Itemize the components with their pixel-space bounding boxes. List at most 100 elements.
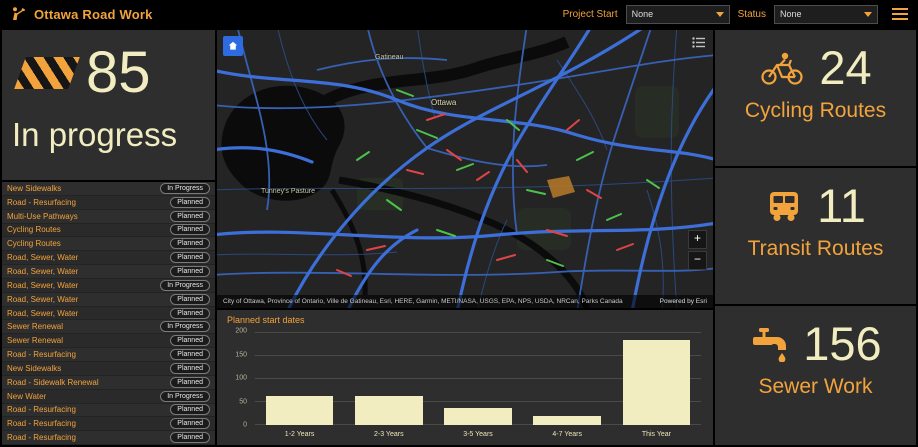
bar-slot <box>255 333 344 425</box>
y-tick-label: 100 <box>235 374 247 382</box>
chart-bar[interactable] <box>354 396 423 425</box>
status-badge: In Progress <box>160 390 210 402</box>
map-panel[interactable]: Gatineau Ottawa Tunney's Pasture + − Cit… <box>217 30 713 308</box>
status-badge: Planned <box>170 362 210 374</box>
project-name: Road - Resurfacing <box>7 419 76 429</box>
app-title: Ottawa Road Work <box>34 6 153 22</box>
project-name: Road, Sewer, Water <box>7 294 79 304</box>
list-item[interactable]: Road - Resurfacing Planned <box>2 431 215 445</box>
map-attribution: City of Ottawa, Province of Ontario, Vil… <box>217 295 713 308</box>
bus-icon <box>765 189 803 223</box>
powered-by-esri: Powered by Esri <box>659 298 707 305</box>
status-badge: In Progress <box>160 182 210 194</box>
project-name: New Sidewalks <box>7 363 62 373</box>
project-name: Cycling Routes <box>7 239 61 249</box>
list-item[interactable]: New Water In Progress <box>2 389 215 404</box>
project-name: New Sidewalks <box>7 183 62 193</box>
x-tick-label: 3-5 Years <box>463 430 493 438</box>
dashboard: Ottawa Road Work Project Start None Stat… <box>0 0 918 447</box>
sewer-label: Sewer Work <box>758 375 873 398</box>
project-name: Sewer Renewal <box>7 322 64 332</box>
list-item[interactable]: Road, Sewer, Water Planned <box>2 293 215 307</box>
status-badge: Planned <box>170 418 210 430</box>
y-tick-label: 50 <box>239 398 247 405</box>
x-tick-label: This Year <box>641 430 671 438</box>
status-badge: Planned <box>170 224 210 236</box>
list-item[interactable]: Multi-Use Pathways Planned <box>2 210 215 224</box>
transit-label: Transit Routes <box>747 237 884 260</box>
stat-panel-sewer: 156 Sewer Work <box>715 306 916 445</box>
project-name: Road, Sewer, Water <box>7 280 79 290</box>
project-name: Multi-Use Pathways <box>7 211 78 221</box>
list-item[interactable]: New Sidewalks In Progress <box>2 182 215 196</box>
progress-panel: 85 In progress <box>2 30 215 180</box>
header-bar: Ottawa Road Work Project Start None Stat… <box>0 0 918 28</box>
status-badge: In Progress <box>160 279 210 291</box>
list-item[interactable]: Road, Sewer, Water Planned <box>2 265 215 279</box>
status-badge: Planned <box>170 349 210 361</box>
list-item[interactable]: New Sidewalks Planned <box>2 361 215 376</box>
list-item[interactable]: Sewer Renewal In Progress <box>2 320 215 335</box>
project-name: Road - Sidewalk Renewal <box>7 377 99 387</box>
list-item[interactable]: Road, Sewer, Water In Progress <box>2 278 215 293</box>
status-select[interactable]: None <box>774 4 878 24</box>
map-legend-icon[interactable] <box>692 35 705 53</box>
status-badge: Planned <box>170 432 210 444</box>
project-name: Road - Resurfacing <box>7 350 76 360</box>
status-badge: Planned <box>170 376 210 388</box>
stat-panel-transit: 11 Transit Routes <box>715 168 916 304</box>
status-badge: Planned <box>170 196 210 208</box>
status-badge: Planned <box>170 238 210 250</box>
project-name: Road - Resurfacing <box>7 197 76 207</box>
zoom-in-button[interactable]: + <box>688 230 707 249</box>
chart-panel: Planned start dates 0 50 100 150 200 1-2 Yea… <box>217 310 713 445</box>
project-name: Road, Sewer, Water <box>7 266 79 276</box>
chart-bar[interactable] <box>622 339 691 425</box>
chevron-down-icon <box>864 11 872 17</box>
y-tick-label: 200 <box>235 327 247 335</box>
bar-slot <box>523 333 612 425</box>
chart-y-axis: 0 50 100 150 200 <box>225 327 251 429</box>
chart-title: Planned start dates <box>227 315 305 325</box>
map-canvas[interactable] <box>217 30 713 308</box>
list-item[interactable]: Road - Resurfacing Planned <box>2 348 215 362</box>
chart-bar[interactable] <box>533 415 602 425</box>
status-label: Status <box>737 8 766 20</box>
faucet-icon <box>749 326 789 362</box>
transit-count: 11 <box>817 179 866 232</box>
list-item[interactable]: Road, Sewer, Water Planned <box>2 306 215 321</box>
status-badge: Planned <box>170 335 210 347</box>
project-start-label: Project Start <box>562 8 618 20</box>
cycling-label: Cycling Routes <box>744 99 887 122</box>
in-progress-label: In progress <box>12 116 178 153</box>
cyclist-icon <box>759 51 805 85</box>
y-tick-label: 0 <box>243 421 247 429</box>
list-item[interactable]: Road - Resurfacing Planned <box>2 404 215 418</box>
x-tick-label: 4-7 Years <box>552 430 582 438</box>
list-item[interactable]: Sewer Renewal Planned <box>2 334 215 349</box>
list-item[interactable]: Road - Resurfacing Planned <box>2 195 215 210</box>
cycling-count: 24 <box>819 41 872 94</box>
list-item[interactable]: Cycling Routes Planned <box>2 237 215 252</box>
map-home-button[interactable] <box>223 36 243 56</box>
list-item[interactable]: Cycling Routes Planned <box>2 223 215 238</box>
stat-panel-cycling: 24 Cycling Routes <box>715 30 916 166</box>
status-badge: Planned <box>170 404 210 416</box>
list-item[interactable]: Road - Resurfacing Planned <box>2 417 215 432</box>
project-name: Sewer Renewal <box>7 336 64 346</box>
status-badge: Planned <box>170 265 210 277</box>
menu-icon[interactable] <box>892 5 908 23</box>
chart-x-axis: 1-2 Years 2-3 Years 3-5 Years 4-7 Years This… <box>255 427 701 441</box>
in-progress-count: 85 <box>86 40 151 105</box>
x-tick-label: 1-2 Years <box>284 430 315 438</box>
project-name: Cycling Routes <box>7 225 61 235</box>
chart-bar[interactable] <box>444 407 512 425</box>
chart-bar[interactable] <box>265 396 334 425</box>
list-item[interactable]: Road, Sewer, Water Planned <box>2 251 215 266</box>
project-start-select[interactable]: None <box>625 4 730 24</box>
status-badge: Planned <box>170 210 210 222</box>
bar-slot <box>612 333 701 425</box>
zoom-out-button[interactable]: − <box>688 251 707 270</box>
list-item[interactable]: Road - Sidewalk Renewal Planned <box>2 376 215 390</box>
status-badge: In Progress <box>160 321 210 333</box>
